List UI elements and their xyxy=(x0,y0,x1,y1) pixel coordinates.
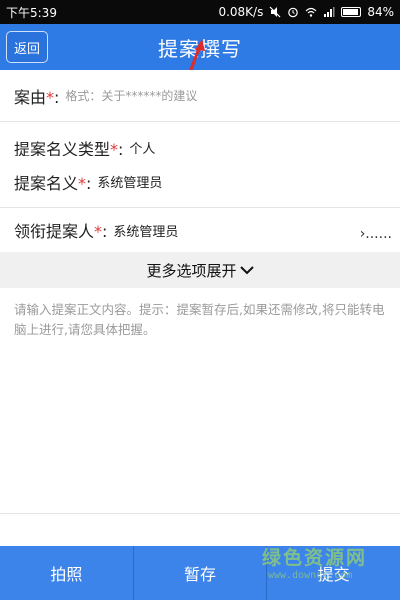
name-label: 提案名义*: xyxy=(14,173,92,193)
watermark-url: www.downcc.com xyxy=(268,570,353,581)
signal-icon xyxy=(324,7,335,17)
lead-proposer-field[interactable]: 领衔提案人*: 系统管理员 ›...... xyxy=(0,208,400,252)
lead-proposer-label: 领衔提案人*: xyxy=(14,222,108,241)
battery-icon xyxy=(341,7,362,17)
back-button[interactable]: 返回 xyxy=(6,31,48,63)
case-field[interactable]: 案由*: 格式：关于******的建议 xyxy=(0,70,400,122)
chevron-right-icon[interactable]: ›...... xyxy=(360,226,392,242)
network-speed: 0.08K/s xyxy=(218,5,264,19)
spacer xyxy=(0,514,400,546)
lead-proposer-value[interactable]: 系统管理员 xyxy=(113,221,178,240)
status-time: 下午5:39 xyxy=(6,5,57,20)
wifi-icon xyxy=(305,7,317,17)
photo-button[interactable]: 拍照 xyxy=(0,546,134,600)
more-options-toggle[interactable]: 更多选项展开 xyxy=(0,252,400,288)
status-bar: 下午5:39 0.08K/s 84% xyxy=(0,0,400,24)
chevron-down-icon xyxy=(239,266,254,275)
name-value[interactable]: 系统管理员 xyxy=(97,172,162,191)
type-value[interactable]: 个人 xyxy=(129,138,155,157)
status-indicators: 0.08K/s 84% xyxy=(218,5,394,19)
save-draft-button[interactable]: 暂存 xyxy=(134,546,268,600)
alarm-icon xyxy=(288,7,299,18)
mute-icon xyxy=(269,6,281,18)
name-field[interactable]: 提案名义*: 系统管理员 xyxy=(0,156,400,208)
more-options-label: 更多选项展开 xyxy=(146,261,237,280)
case-input[interactable]: 格式：关于******的建议 xyxy=(65,87,197,104)
watermark: 绿色资源网 xyxy=(262,547,368,569)
content-textarea[interactable]: 请输入提案正文内容。提示：提案暂存后,如果还需修改,将只能转电脑上进行,请您具体… xyxy=(0,288,400,514)
battery-level: 84% xyxy=(367,5,394,19)
case-label: 案由*: xyxy=(14,87,60,107)
